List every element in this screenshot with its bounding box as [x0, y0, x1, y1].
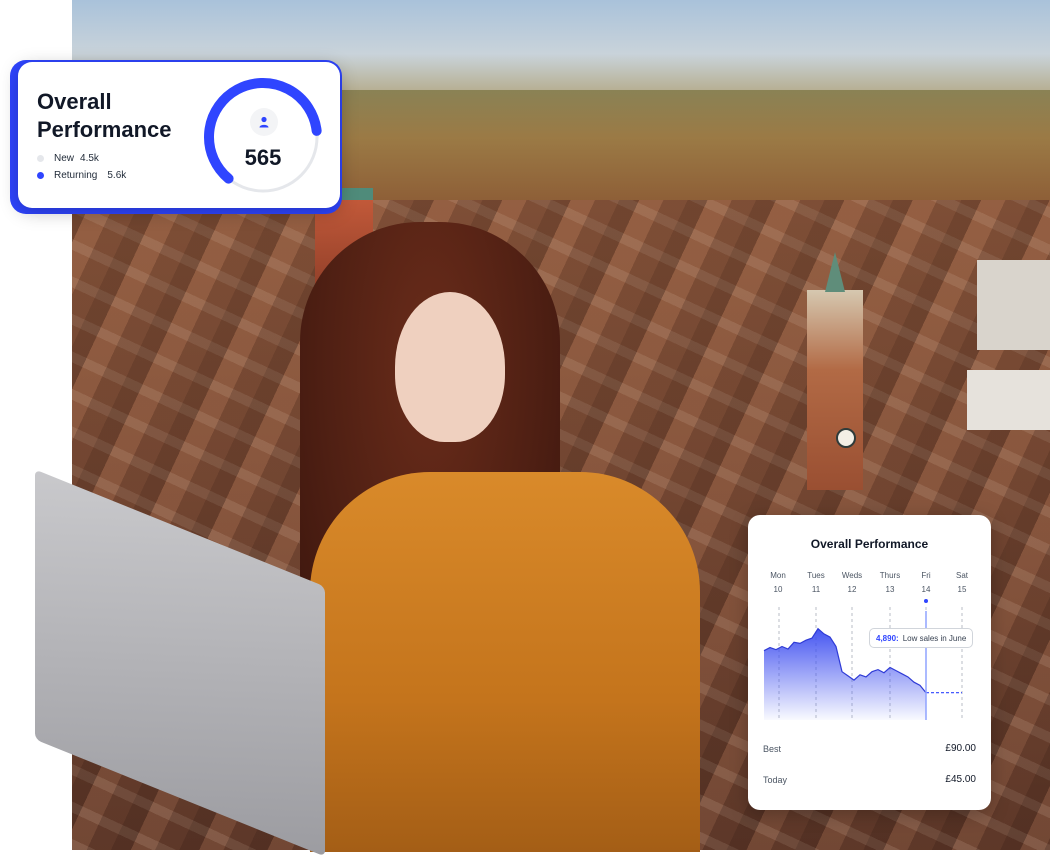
clock-face [836, 428, 856, 448]
legend-label: New [54, 153, 75, 164]
performance-card: Overall Performance New 4.5k Returning 5… [18, 62, 340, 208]
gauge-value: 565 [244, 145, 282, 170]
legend-item-returning: Returning 5.6k [37, 170, 126, 181]
chart-tooltip: 4,890: Low sales in June [869, 628, 974, 648]
tooltip-text: Low sales in June [902, 633, 967, 643]
tooltip-value: 4,890: [876, 633, 899, 643]
legend-dot-new [37, 155, 44, 162]
face [395, 292, 505, 442]
stat-label-best: Best [763, 744, 782, 754]
legend-label: Returning [54, 170, 98, 181]
sales-area-chart [763, 599, 963, 720]
legend-value: 4.5k [80, 153, 99, 164]
performance-card-title: Overall Performance [37, 89, 172, 142]
user-icon [250, 108, 278, 136]
building [977, 260, 1050, 350]
performance-gauge [204, 78, 322, 193]
legend-dot-returning [37, 172, 44, 179]
stat-label-today: Today [763, 775, 788, 785]
stat-value-today: £45.00 [945, 774, 976, 785]
focus-point [924, 599, 928, 603]
stat-value-best: £90.00 [945, 743, 976, 754]
legend-item-new: New 4.5k [37, 153, 99, 164]
orange-coat [310, 472, 700, 852]
building [967, 370, 1050, 430]
woman-with-laptop [300, 222, 700, 852]
chart-card: Overall Performance Mon Tues Weds Thurs … [748, 515, 991, 810]
clock-tower [807, 252, 863, 490]
legend-value: 5.6k [107, 170, 127, 181]
